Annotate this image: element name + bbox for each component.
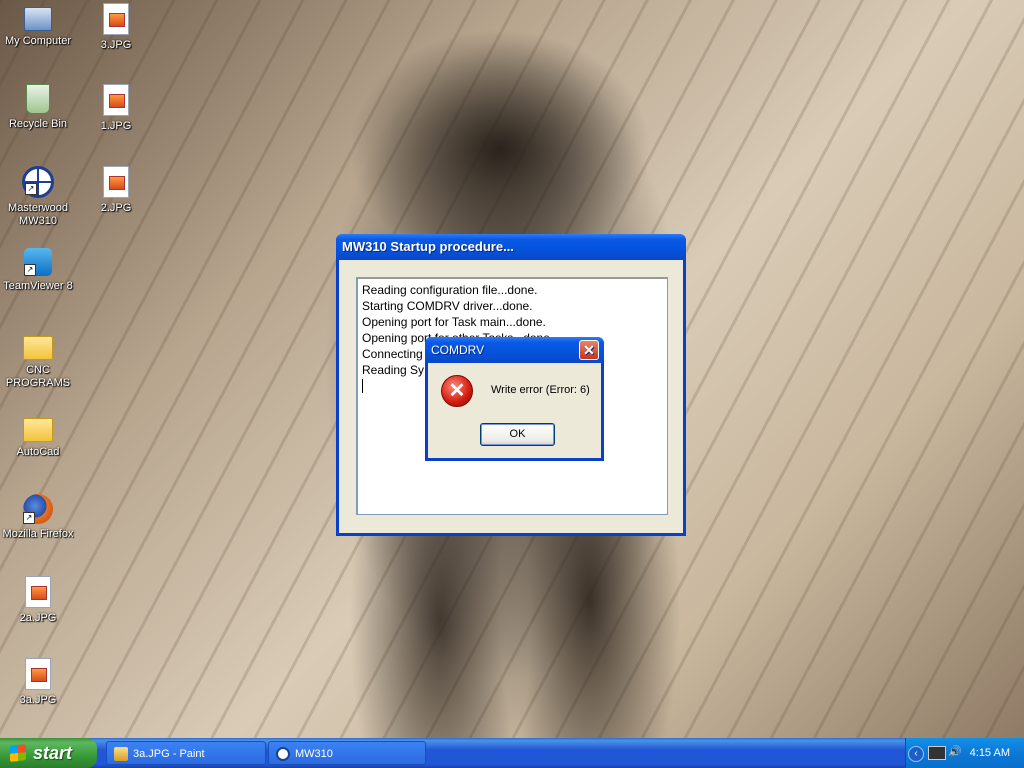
jpg-file-icon (25, 658, 51, 690)
taskbar-button-paint[interactable]: 3a.JPG - Paint (106, 741, 266, 765)
desktop-icon-3-jpg[interactable]: 3.JPG (79, 3, 153, 52)
desktop-icon-label: 2.JPG (100, 202, 132, 214)
desktop-icon-my-computer[interactable]: My Computer (1, 3, 75, 48)
shortcut-arrow-icon: ↗ (25, 183, 37, 195)
dialog-title-bar[interactable]: COMDRV ✕ (425, 337, 604, 363)
desktop-icon-label: Recycle Bin (8, 118, 68, 130)
folder-icon (23, 336, 53, 360)
taskbar-button-label: 3a.JPG - Paint (133, 748, 205, 760)
desktop-icon-label: AutoCad (16, 446, 60, 458)
desktop-icon-label: 3a.JPG (19, 694, 57, 706)
taskbar: start 3a.JPG - Paint MW310 ‹ 🔊 4:15 AM (0, 738, 1024, 768)
log-line: Reading configuration file...done. (362, 283, 538, 297)
desktop-icon-1-jpg[interactable]: 1.JPG (79, 84, 153, 133)
desktop-icon-2a-jpg[interactable]: 2a.JPG (1, 576, 75, 625)
comdrv-error-dialog: COMDRV ✕ ✕ Write error (Error: 6) OK (425, 337, 604, 461)
system-tray: ‹ 🔊 4:15 AM (905, 738, 1024, 768)
taskbar-button-label: MW310 (295, 748, 333, 760)
network-icon[interactable] (928, 746, 946, 760)
desktop-icon-label: 3.JPG (100, 39, 132, 51)
desktop-icon-teamviewer[interactable]: ↗ TeamViewer 8 (1, 248, 75, 293)
text-caret (362, 379, 363, 393)
taskbar-button-mw310[interactable]: MW310 (268, 741, 426, 765)
desktop-icon-autocad[interactable]: AutoCad (1, 412, 75, 459)
teamviewer-icon: ↗ (24, 248, 52, 276)
ok-button[interactable]: OK (480, 423, 555, 446)
masterwood-icon (276, 747, 290, 761)
desktop-icon-label: CNC PROGRAMS (5, 364, 71, 389)
desktop-icon-firefox[interactable]: ↗ Mozilla Firefox (1, 494, 75, 541)
log-line: Opening port for Task main...done. (362, 315, 546, 329)
jpg-file-icon (103, 84, 129, 116)
close-icon: ✕ (583, 342, 595, 358)
close-button[interactable]: ✕ (579, 340, 599, 360)
clock[interactable]: 4:15 AM (970, 738, 1010, 768)
shortcut-arrow-icon: ↗ (24, 264, 36, 276)
window-title[interactable]: MW310 Startup procedure... (336, 234, 686, 260)
firefox-icon: ↗ (23, 494, 53, 524)
my-computer-icon (24, 7, 52, 31)
log-line: Starting COMDRV driver...done. (362, 299, 533, 313)
jpg-file-icon (25, 576, 51, 608)
desktop-icon-2-jpg[interactable]: 2.JPG (79, 166, 153, 215)
dialog-title: COMDRV (431, 343, 485, 357)
desktop-icon-label: Mozilla Firefox (2, 528, 74, 540)
error-icon: ✕ (441, 375, 473, 407)
volume-icon[interactable]: 🔊 (948, 746, 962, 758)
paint-icon (114, 747, 128, 761)
shortcut-arrow-icon: ↗ (23, 512, 35, 524)
desktop-icon-recycle-bin[interactable]: Recycle Bin (1, 84, 75, 131)
desktop-icon-label: 2a.JPG (19, 612, 57, 624)
folder-icon (23, 418, 53, 442)
windows-logo-icon (10, 744, 26, 762)
show-hidden-icons-button[interactable]: ‹ (908, 746, 924, 762)
start-label: start (33, 743, 73, 763)
desktop-icon-cnc-programs[interactable]: CNC PROGRAMS (1, 330, 75, 390)
desktop-icon-label: Masterwood MW310 (8, 202, 68, 227)
jpg-file-icon (103, 3, 129, 35)
desktop-icon-masterwood[interactable]: ↗ Masterwood MW310 (1, 166, 75, 228)
jpg-file-icon (103, 166, 129, 198)
desktop-icon-label: My Computer (4, 35, 72, 47)
desktop-icon-3a-jpg[interactable]: 3a.JPG (1, 658, 75, 707)
error-message: Write error (Error: 6) (491, 384, 590, 396)
start-button[interactable]: start (0, 738, 97, 768)
recycle-bin-icon (26, 84, 50, 114)
desktop-icon-label: 1.JPG (100, 120, 132, 132)
masterwood-icon: ↗ (22, 166, 54, 198)
desktop-icon-label: TeamViewer 8 (3, 280, 73, 292)
